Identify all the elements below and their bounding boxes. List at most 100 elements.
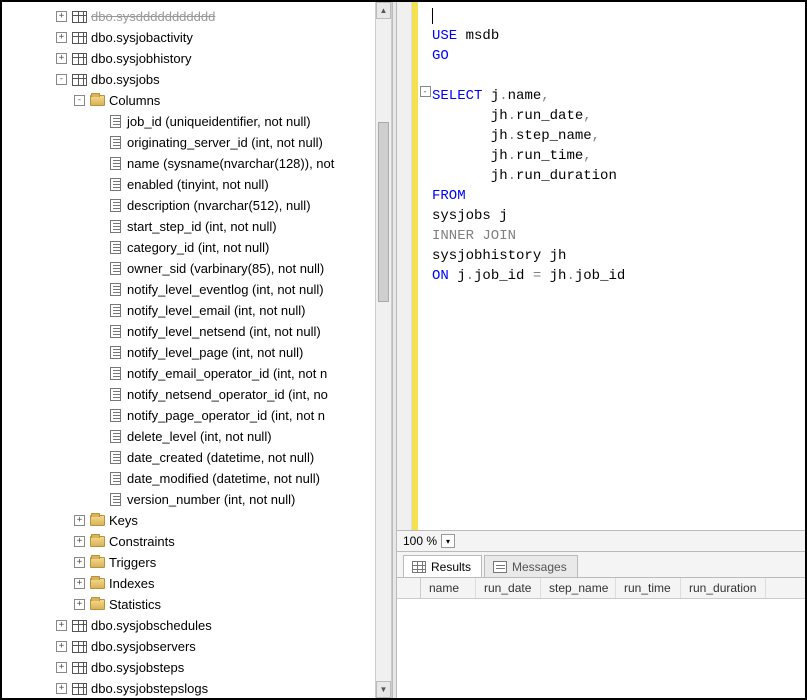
expander-icon[interactable]: +	[74, 599, 85, 610]
expander-icon[interactable]: +	[74, 536, 85, 547]
tree-column-item[interactable]: notify_level_email (int, not null)	[2, 300, 375, 321]
expander-icon[interactable]: +	[74, 557, 85, 568]
folder-icon	[89, 94, 105, 108]
column-icon	[107, 283, 123, 297]
editor-outline-margin[interactable]: -	[418, 2, 432, 530]
tree-column-item[interactable]: owner_sid (varbinary(85), not null)	[2, 258, 375, 279]
table-icon	[71, 682, 87, 696]
tree-item-label: date_created (datetime, not null)	[127, 447, 314, 468]
grid-col-run-time[interactable]: run_time	[616, 578, 681, 598]
tree-column-item[interactable]: notify_netsend_operator_id (int, no	[2, 384, 375, 405]
grid-col-run-date[interactable]: run_date	[476, 578, 541, 598]
tree-folder-triggers[interactable]: + Triggers	[2, 552, 375, 573]
expander-icon[interactable]: -	[56, 74, 67, 85]
tree-item-label: delete_level (int, not null)	[127, 426, 272, 447]
tree-item-label: Triggers	[109, 552, 156, 573]
tree-column-item[interactable]: name (sysname(nvarchar(128)), not	[2, 153, 375, 174]
tree-folder-statistics[interactable]: +Statistics	[2, 594, 375, 615]
column-icon	[107, 325, 123, 339]
grid-col-name[interactable]: name	[421, 578, 476, 598]
tree-item-label: dbo.sysjobschedules	[91, 615, 212, 636]
tree-item-label: notify_email_operator_id (int, not n	[127, 363, 327, 384]
tree-folder-columns[interactable]: -Columns	[2, 90, 375, 111]
tree-column-item[interactable]: notify_level_eventlog (int, not null)	[2, 279, 375, 300]
tree-column-item[interactable]: notify_page_operator_id (int, not n	[2, 405, 375, 426]
tab-messages-label: Messages	[512, 560, 567, 574]
object-explorer-tree[interactable]: +dbo.sysddddddddddd+dbo.sysjobactivity+d…	[2, 2, 375, 698]
scroll-thumb[interactable]	[378, 122, 389, 302]
folder-icon	[89, 535, 105, 549]
tree-column-item[interactable]: notify_level_page (int, not null)	[2, 342, 375, 363]
tree-table-item[interactable]: + dbo.sysjobschedules	[2, 615, 375, 636]
folder-icon	[89, 598, 105, 612]
tree-column-item[interactable]: date_created (datetime, not null)	[2, 447, 375, 468]
tree-item-label: start_step_id (int, not null)	[127, 216, 277, 237]
tree-item-label: dbo.sysjobstepslogs	[91, 678, 208, 698]
tree-item-label: notify_level_email (int, not null)	[127, 300, 305, 321]
tree-item-label: notify_level_netsend (int, not null)	[127, 321, 321, 342]
tree-column-item[interactable]: originating_server_id (int, not null)	[2, 132, 375, 153]
column-icon	[107, 346, 123, 360]
grid-row-header-corner	[397, 578, 421, 598]
tree-table-item[interactable]: + dbo.sysjobstepslogs	[2, 678, 375, 698]
column-icon	[107, 241, 123, 255]
column-icon	[107, 409, 123, 423]
grid-col-run-duration[interactable]: run_duration	[681, 578, 766, 598]
tree-folder-constraints[interactable]: + Constraints	[2, 531, 375, 552]
table-icon	[71, 73, 87, 87]
sql-editor[interactable]: USE msdb GO SELECT j.name, jh.run_date, …	[432, 2, 805, 530]
column-icon	[107, 262, 123, 276]
expander-icon[interactable]: +	[56, 662, 67, 673]
column-icon	[107, 220, 123, 234]
expander-icon[interactable]: +	[74, 578, 85, 589]
tree-column-item[interactable]: version_number (int, not null)	[2, 489, 375, 510]
tree-column-item[interactable]: notify_email_operator_id (int, not n	[2, 363, 375, 384]
tree-column-item[interactable]: enabled (tinyint, not null)	[2, 174, 375, 195]
tree-column-item[interactable]: category_id (int, not null)	[2, 237, 375, 258]
expander-icon[interactable]: +	[56, 620, 67, 631]
tree-item-label: dbo.sysjobhistory	[91, 48, 191, 69]
tree-item-label: Constraints	[109, 531, 175, 552]
expander-icon[interactable]: +	[74, 515, 85, 526]
tree-column-item[interactable]: job_id (uniqueidentifier, not null)	[2, 111, 375, 132]
expander-icon[interactable]: +	[56, 32, 67, 43]
results-grid[interactable]: name run_date step_name run_time run_dur…	[397, 578, 805, 698]
column-icon	[107, 367, 123, 381]
expander-icon[interactable]: -	[74, 95, 85, 106]
tree-column-item[interactable]: date_modified (datetime, not null)	[2, 468, 375, 489]
zoom-value: 100 %	[403, 534, 437, 548]
folder-icon	[89, 514, 105, 528]
tree-table-item[interactable]: -dbo.sysjobs	[2, 69, 375, 90]
tree-item-label: dbo.sysjobservers	[91, 636, 196, 657]
tree-table-item[interactable]: +dbo.sysjobsteps	[2, 657, 375, 678]
expander-icon[interactable]: +	[56, 53, 67, 64]
tree-scrollbar[interactable]: ▲ ▼	[375, 2, 392, 698]
expander-icon[interactable]: +	[56, 641, 67, 652]
table-icon	[71, 52, 87, 66]
tree-item-label: Keys	[109, 510, 138, 531]
scroll-down-button[interactable]: ▼	[376, 681, 391, 698]
tree-table-item[interactable]: + dbo.sysjobservers	[2, 636, 375, 657]
tree-item-label: notify_level_page (int, not null)	[127, 342, 303, 363]
column-icon	[107, 451, 123, 465]
tree-folder-keys[interactable]: + Keys	[2, 510, 375, 531]
tab-messages[interactable]: Messages	[484, 555, 578, 577]
tree-item-truncated[interactable]: +dbo.sysddddddddddd	[2, 6, 375, 27]
expander-icon[interactable]: +	[56, 683, 67, 694]
table-icon	[71, 640, 87, 654]
tree-folder-indexes[interactable]: + Indexes	[2, 573, 375, 594]
tab-results[interactable]: Results	[403, 555, 482, 577]
scroll-up-button[interactable]: ▲	[376, 2, 391, 19]
tree-item-label: Indexes	[109, 573, 155, 594]
sql-editor-container: - USE msdb GO SELECT j.name, jh.run_date…	[397, 2, 805, 530]
grid-col-step-name[interactable]: step_name	[541, 578, 616, 598]
tree-column-item[interactable]: start_step_id (int, not null)	[2, 216, 375, 237]
outline-collapse-icon[interactable]: -	[420, 86, 431, 97]
tree-column-item[interactable]: delete_level (int, not null)	[2, 426, 375, 447]
column-icon	[107, 430, 123, 444]
tree-table-item[interactable]: + dbo.sysjobhistory	[2, 48, 375, 69]
tree-table-item[interactable]: +dbo.sysjobactivity	[2, 27, 375, 48]
tree-column-item[interactable]: description (nvarchar(512), null)	[2, 195, 375, 216]
tree-column-item[interactable]: notify_level_netsend (int, not null)	[2, 321, 375, 342]
zoom-dropdown-button[interactable]: ▾	[441, 534, 455, 548]
